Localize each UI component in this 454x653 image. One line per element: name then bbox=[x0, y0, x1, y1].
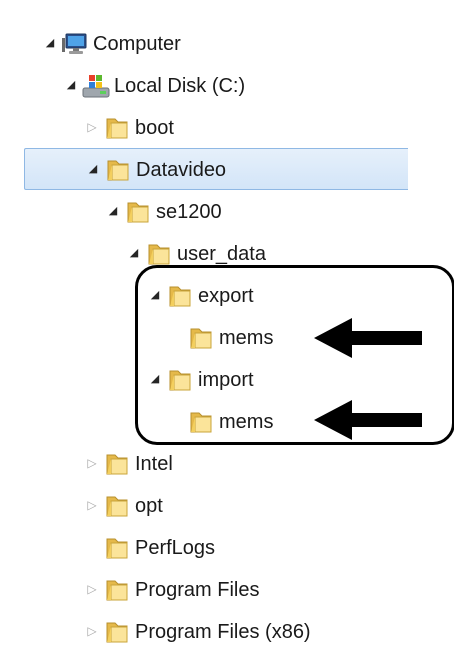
tree-item[interactable]: ▷ Intel bbox=[0, 443, 408, 485]
tree-item[interactable]: ◢ Computer bbox=[0, 23, 408, 65]
drive-icon bbox=[82, 72, 110, 100]
tree-item[interactable]: PerfLogs bbox=[0, 527, 408, 569]
tree-item-label: Intel bbox=[135, 453, 173, 475]
tree-item-label: Datavideo bbox=[136, 159, 227, 181]
folder-icon bbox=[103, 450, 131, 478]
tree-item[interactable]: ▷ opt bbox=[0, 485, 408, 527]
expand-triangle-icon[interactable]: ▷ bbox=[85, 624, 99, 638]
tree-item[interactable]: ◢ Local Disk (C:) bbox=[0, 65, 408, 107]
folder-icon bbox=[145, 240, 173, 268]
folder-icon bbox=[103, 576, 131, 604]
tree-item-label: opt bbox=[135, 495, 163, 517]
tree-item-label: PerfLogs bbox=[135, 537, 216, 559]
expand-triangle-icon[interactable]: ▷ bbox=[85, 120, 99, 134]
collapse-triangle-icon[interactable]: ◢ bbox=[86, 162, 100, 176]
tree-item-label: se1200 bbox=[156, 201, 222, 223]
tree-item-label: Program Files bbox=[135, 579, 260, 601]
computer-icon bbox=[61, 30, 89, 58]
expand-triangle-icon[interactable]: ▷ bbox=[85, 456, 99, 470]
tree-item[interactable]: ◢ se1200 bbox=[0, 191, 408, 233]
arrow-import-mems-icon bbox=[314, 400, 422, 440]
folder-icon bbox=[124, 198, 152, 226]
folder-icon bbox=[103, 492, 131, 520]
tree-item-label: Computer bbox=[93, 33, 181, 55]
tree-item[interactable]: ▷ Program Files (x86) bbox=[0, 611, 408, 653]
collapse-triangle-icon[interactable]: ◢ bbox=[43, 36, 57, 50]
tree-item-label: boot bbox=[135, 117, 174, 139]
tree-item-label: Local Disk (C:) bbox=[114, 75, 246, 97]
tree-item-label: Program Files (x86) bbox=[135, 621, 311, 643]
folder-icon bbox=[103, 618, 131, 646]
tree-item[interactable]: ◢ Datavideo bbox=[24, 148, 408, 190]
tree-item-label: user_data bbox=[177, 243, 266, 265]
arrow-export-mems-icon bbox=[314, 318, 422, 358]
collapse-triangle-icon[interactable]: ◢ bbox=[64, 78, 78, 92]
collapse-triangle-icon[interactable]: ◢ bbox=[106, 204, 120, 218]
folder-icon bbox=[104, 156, 132, 184]
collapse-triangle-icon[interactable]: ◢ bbox=[127, 246, 141, 260]
folder-icon bbox=[103, 534, 131, 562]
folder-icon bbox=[103, 114, 131, 142]
expand-triangle-icon[interactable]: ▷ bbox=[85, 582, 99, 596]
tree-item[interactable]: ▷ boot bbox=[0, 107, 408, 149]
expand-triangle-icon[interactable]: ▷ bbox=[85, 498, 99, 512]
tree-item[interactable]: ▷ Program Files bbox=[0, 569, 408, 611]
